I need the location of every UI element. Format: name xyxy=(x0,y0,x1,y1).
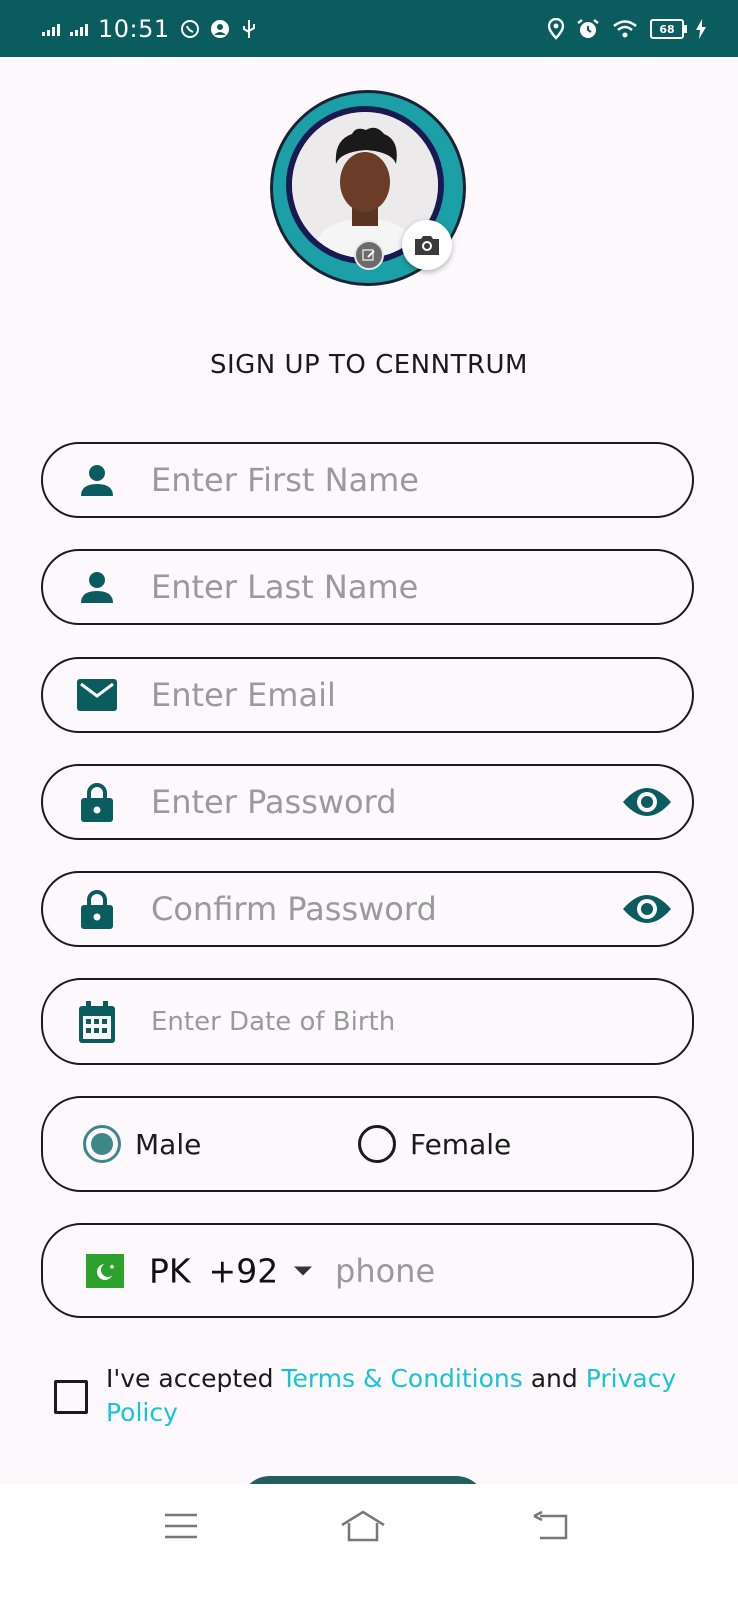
usb-icon xyxy=(242,20,255,38)
terms-checkbox[interactable] xyxy=(54,1380,88,1414)
calendar-icon xyxy=(77,1000,117,1043)
email-field[interactable] xyxy=(41,657,694,733)
profile-photo-picker[interactable] xyxy=(270,90,466,286)
system-nav-bar xyxy=(0,1484,738,1600)
account-icon xyxy=(210,20,229,38)
phone-field[interactable]: PK +92 xyxy=(41,1223,694,1318)
first-name-input[interactable] xyxy=(151,444,612,516)
menu-icon[interactable] xyxy=(146,1506,216,1546)
gender-option-male[interactable]: Male xyxy=(83,1125,201,1163)
mail-icon xyxy=(77,675,117,715)
terms-text: I've accepted Terms & Conditions and Pri… xyxy=(106,1362,696,1430)
status-bar: 10:51 68 xyxy=(0,0,738,57)
status-bar-right: 68 xyxy=(548,14,706,44)
radio-male[interactable] xyxy=(83,1125,121,1163)
wifi-icon xyxy=(613,20,637,38)
location-icon xyxy=(548,18,564,40)
camera-button[interactable] xyxy=(402,220,452,270)
eye-icon[interactable] xyxy=(620,784,674,820)
alarm-icon xyxy=(577,19,599,38)
phone-input[interactable] xyxy=(335,1225,672,1316)
home-icon[interactable] xyxy=(328,1506,398,1546)
terms-prefix: I've accepted xyxy=(106,1364,282,1393)
password-field[interactable] xyxy=(41,764,694,840)
gender-field: Male Female xyxy=(41,1096,694,1192)
country-code-picker[interactable]: PK +92 xyxy=(149,1251,313,1290)
radio-female[interactable] xyxy=(358,1125,396,1163)
confirm-password-field[interactable] xyxy=(41,871,694,947)
dial-code: +92 xyxy=(208,1251,279,1290)
terms-link[interactable]: Terms & Conditions xyxy=(281,1364,522,1393)
terms-and: and xyxy=(522,1364,586,1393)
dob-field[interactable] xyxy=(41,978,694,1065)
signal-icon xyxy=(70,22,88,36)
first-name-field[interactable] xyxy=(41,442,694,518)
charging-icon xyxy=(696,19,706,39)
person-icon xyxy=(77,460,117,500)
camera-icon xyxy=(415,236,439,255)
pakistan-flag-icon[interactable] xyxy=(86,1253,124,1288)
lock-icon xyxy=(77,782,117,822)
lock-icon xyxy=(77,889,117,929)
page-title: SIGN UP TO CENNTRUM xyxy=(209,350,528,380)
status-time: 10:51 xyxy=(98,15,170,43)
password-input[interactable] xyxy=(151,766,612,838)
country-code: PK xyxy=(149,1251,191,1290)
signal-icon xyxy=(42,22,60,36)
chevron-down-icon xyxy=(294,1266,313,1275)
edit-image-icon[interactable] xyxy=(354,240,384,270)
radio-label-male: Male xyxy=(135,1127,202,1161)
last-name-field[interactable] xyxy=(41,549,694,625)
last-name-input[interactable] xyxy=(151,551,612,623)
battery-icon: 68 xyxy=(650,19,687,39)
whatsapp-icon xyxy=(180,20,199,38)
status-bar-left: 10:51 xyxy=(42,14,258,44)
person-icon xyxy=(77,567,117,607)
back-icon[interactable] xyxy=(516,1506,586,1546)
gender-option-female[interactable]: Female xyxy=(358,1125,511,1163)
dob-input[interactable] xyxy=(151,980,612,1063)
confirm-password-input[interactable] xyxy=(151,873,612,945)
eye-icon[interactable] xyxy=(620,891,674,927)
email-input[interactable] xyxy=(151,659,612,731)
radio-label-female: Female xyxy=(410,1127,512,1161)
